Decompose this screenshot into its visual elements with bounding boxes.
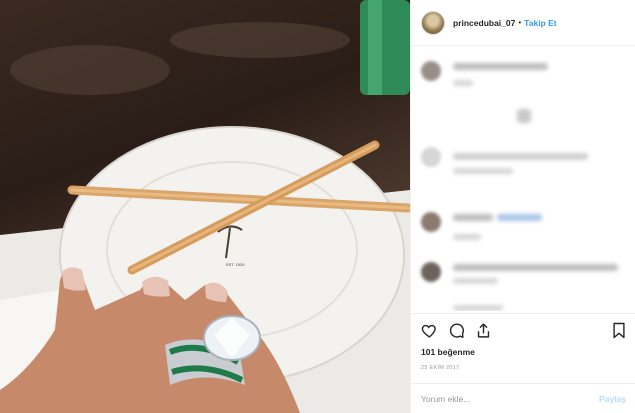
photo-illustration: EST. 1929 [0, 0, 410, 413]
post-sidebar: princedubai_07 • Takip Et 101 beğenme 25… [410, 0, 635, 413]
avatar[interactable] [421, 10, 445, 35]
plate-mark: EST. 1929 [226, 262, 245, 267]
comment-form: Paylaş [411, 383, 635, 413]
comment-avatar [421, 147, 441, 167]
likes-count[interactable]: 101 beğenme [421, 347, 475, 357]
list-item [517, 109, 531, 123]
comment-input[interactable] [421, 393, 571, 404]
comment-avatar [421, 212, 441, 232]
bookmark-icon[interactable] [612, 322, 626, 344]
post-date[interactable]: 25 EKİM 2017 [421, 365, 459, 371]
share-icon[interactable] [475, 322, 492, 344]
header-separator: • [518, 18, 522, 27]
list-item [421, 212, 542, 240]
post-photo[interactable]: EST. 1929 [0, 0, 410, 413]
heart-icon[interactable] [421, 322, 438, 344]
list-item [453, 305, 503, 311]
comment-icon[interactable] [448, 322, 465, 344]
comment-avatar [421, 262, 441, 282]
post-actions: 101 beğenme 25 EKİM 2017 [411, 313, 635, 383]
post-header: princedubai_07 • Takip Et [411, 0, 635, 46]
list-item [421, 147, 588, 174]
comments-list [411, 47, 635, 311]
post-comment-button[interactable]: Paylaş [599, 394, 626, 404]
list-item [421, 61, 548, 86]
list-item [421, 262, 618, 284]
comment-avatar [421, 61, 441, 81]
follow-button[interactable]: Takip Et [524, 18, 556, 28]
username-link[interactable]: princedubai_07 [453, 18, 515, 28]
